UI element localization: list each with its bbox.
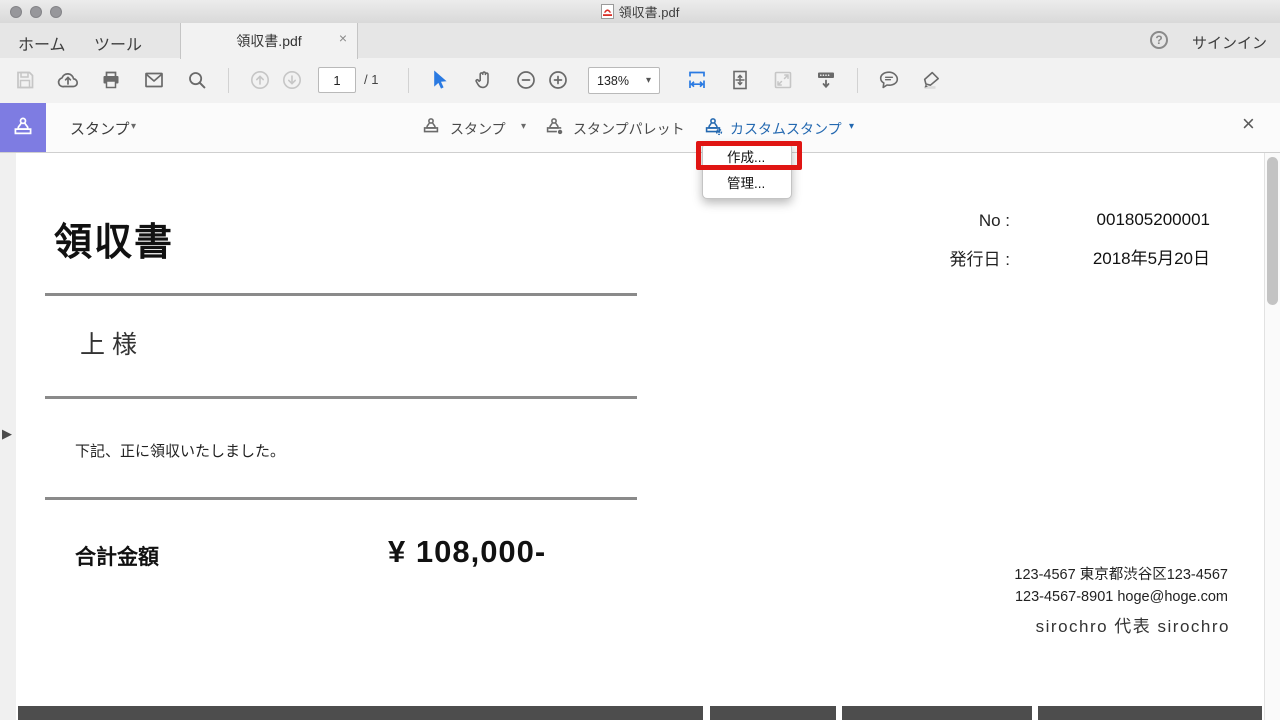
tab-home[interactable]: ホーム	[18, 31, 66, 55]
acrobat-window: 領収書.pdf ホーム ツール 領収書.pdf × ? サインイン	[0, 0, 1280, 720]
fullscreen-icon	[771, 68, 795, 92]
close-stamp-toolbar-icon[interactable]: ×	[1242, 113, 1255, 135]
table-header-cell	[1038, 706, 1262, 720]
select-tool-button[interactable]	[428, 68, 452, 92]
receipt-statement: 下記、正に領収いたしました。	[75, 440, 285, 461]
zoom-out-button[interactable]	[514, 68, 538, 92]
print-button[interactable]	[99, 68, 123, 92]
highlighter-icon	[919, 68, 943, 92]
previous-page-button[interactable]	[248, 68, 272, 92]
chevron-down-icon[interactable]: ▾	[521, 121, 526, 132]
address-line-2: 123-4567-8901 hoge@hoge.com	[1015, 589, 1228, 605]
next-page-button[interactable]	[280, 68, 304, 92]
table-header-cell	[710, 706, 836, 720]
save-icon	[13, 68, 37, 92]
issue-date-label: 発行日 :	[950, 245, 1010, 270]
scrollbar-thumb[interactable]	[1267, 157, 1278, 305]
total-label: 合計金額	[75, 541, 159, 571]
search-button[interactable]	[185, 68, 209, 92]
menu-item-manage[interactable]: 管理...	[703, 171, 791, 197]
pdf-page: 領収書 No : 001805200001 発行日 : 2018年5月20日 上…	[16, 153, 1264, 720]
scrolling-mode-button[interactable]	[814, 68, 838, 92]
document-area: ▶ 領収書 No : 001805200001 発行日 : 2018年5月20日…	[0, 153, 1280, 720]
toolbar-separator	[408, 68, 409, 93]
stamp-icon	[10, 115, 36, 141]
stamp-palette-icon	[543, 116, 565, 138]
zoom-in-button[interactable]	[546, 68, 570, 92]
custom-stamp-menu: 作成... 管理...	[702, 143, 792, 199]
stamp-button[interactable]: スタンプ	[450, 119, 506, 139]
vertical-scrollbar[interactable]	[1264, 153, 1280, 720]
window-title: 領収書.pdf	[619, 2, 680, 21]
toolbar-separator	[228, 68, 229, 93]
hand-icon	[471, 68, 495, 92]
envelope-icon	[142, 68, 166, 92]
stamp-icon	[420, 116, 442, 138]
email-button[interactable]	[142, 68, 166, 92]
chevron-down-icon[interactable]: ▾	[131, 121, 136, 132]
signature-line: sirochro 代表 sirochro	[1036, 612, 1230, 637]
recipient-name: 上 様	[80, 325, 137, 361]
receipt-no-label: No :	[979, 211, 1010, 231]
chevron-down-icon[interactable]: ▾	[849, 121, 854, 132]
tab-bar: ホーム ツール 領収書.pdf × ? サインイン	[0, 23, 1280, 59]
address-line-1: 123-4567 東京都渋谷区123-4567	[1014, 563, 1228, 584]
page-count-label: / 1	[364, 72, 378, 87]
main-toolbar: 1 / 1 138% ▾	[0, 58, 1280, 104]
tab-document-label: 領収書.pdf	[236, 31, 301, 51]
titlebar: 領収書.pdf	[0, 0, 1280, 24]
cloud-upload-icon	[56, 68, 80, 92]
tab-tools[interactable]: ツール	[94, 31, 142, 55]
custom-stamp-icon	[702, 116, 724, 138]
nav-pane-expand-icon[interactable]: ▶	[2, 426, 12, 442]
page-down-icon	[280, 68, 304, 92]
toolbar-separator	[857, 68, 858, 93]
receipt-no-value: 001805200001	[1097, 210, 1210, 230]
highlight-button[interactable]	[919, 68, 943, 92]
tab-document[interactable]: 領収書.pdf ×	[180, 23, 358, 59]
fit-width-icon	[685, 68, 709, 92]
fit-page-button[interactable]	[728, 68, 752, 92]
table-header-cell	[842, 706, 1032, 720]
window-title-group: 領収書.pdf	[0, 0, 1280, 23]
hand-tool-button[interactable]	[471, 68, 495, 92]
zoom-level-value: 138%	[597, 74, 629, 88]
divider	[45, 293, 637, 296]
total-amount: ¥ 108,000-	[388, 534, 546, 570]
signin-button[interactable]: サインイン	[1192, 32, 1267, 53]
custom-stamp-button[interactable]: カスタムスタンプ	[730, 119, 842, 139]
presentation-bar-icon	[814, 68, 838, 92]
divider	[45, 396, 637, 399]
stamp-palette-button[interactable]: スタンプパレット	[573, 119, 685, 139]
fullscreen-button[interactable]	[771, 68, 795, 92]
issue-date-value: 2018年5月20日	[1093, 244, 1210, 269]
save-button[interactable]	[13, 68, 37, 92]
stamp-toolbar: スタンプ ▾ スタンプ ▾ スタンプパレット	[0, 103, 1280, 153]
receipt-title: 領収書	[54, 211, 174, 266]
stamp-panel-tile[interactable]	[0, 103, 46, 152]
stamp-panel-label[interactable]: スタンプ	[70, 118, 130, 139]
print-icon	[99, 68, 123, 92]
question-icon: ?	[1155, 33, 1162, 47]
comment-button[interactable]	[877, 68, 901, 92]
divider	[45, 497, 637, 500]
tab-close-icon[interactable]: ×	[339, 31, 347, 45]
fit-width-button[interactable]	[685, 68, 709, 92]
page-number-input[interactable]: 1	[318, 67, 356, 93]
chevron-down-icon: ▾	[646, 75, 651, 86]
menu-item-create[interactable]: 作成...	[703, 145, 791, 171]
zoom-level-select[interactable]: 138% ▾	[588, 67, 660, 94]
comment-bubble-icon	[877, 68, 901, 92]
plus-circle-icon	[546, 68, 570, 92]
minus-circle-icon	[514, 68, 538, 92]
table-header-cell	[18, 706, 703, 720]
pdf-file-icon	[601, 4, 614, 19]
search-icon	[185, 68, 209, 92]
share-button[interactable]	[56, 68, 80, 92]
page-up-icon	[248, 68, 272, 92]
help-button[interactable]: ?	[1150, 31, 1168, 49]
cursor-arrow-icon	[428, 68, 452, 92]
fit-page-icon	[728, 68, 752, 92]
